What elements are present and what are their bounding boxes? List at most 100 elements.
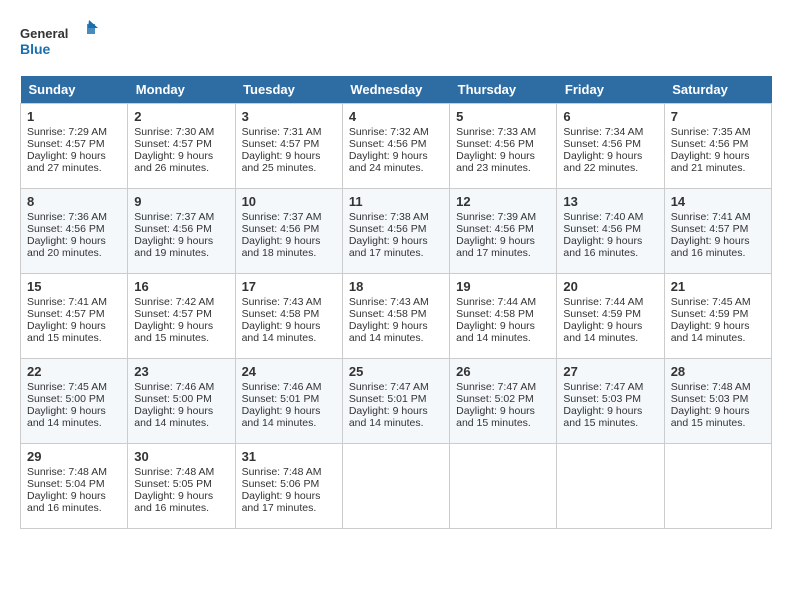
day-info-line: Daylight: 9 hours (456, 150, 550, 162)
calendar-cell: 19Sunrise: 7:44 AMSunset: 4:58 PMDayligh… (450, 274, 557, 359)
day-info-line: Sunset: 4:57 PM (134, 308, 228, 320)
day-info-line: Sunset: 4:57 PM (242, 138, 336, 150)
calendar-week-row: 15 Sunrise: 7:41 AM Sunset: 4:57 PM Dayligh… (21, 274, 772, 359)
day-info-line: and 16 minutes. (563, 247, 657, 259)
day-number: 19 (456, 279, 550, 294)
calendar-cell: 16Sunrise: 7:42 AMSunset: 4:57 PMDayligh… (128, 274, 235, 359)
day-info-line: Daylight: 9 hours (134, 490, 228, 502)
day-info-line: Sunset: 4:56 PM (563, 223, 657, 235)
day-info-line: Sunset: 4:57 PM (27, 138, 121, 150)
col-header-friday: Friday (557, 76, 664, 104)
day-info-line: Daylight: 9 hours (242, 235, 336, 247)
day-number: 29 (27, 449, 121, 464)
day-info-line: Daylight: 9 hours (671, 320, 765, 332)
day-info-line: Daylight: 9 hours (349, 235, 443, 247)
calendar-cell: 23Sunrise: 7:46 AMSunset: 5:00 PMDayligh… (128, 359, 235, 444)
day-info-line: Sunset: 5:01 PM (242, 393, 336, 405)
calendar-cell: 12Sunrise: 7:39 AMSunset: 4:56 PMDayligh… (450, 189, 557, 274)
day-info-line: and 22 minutes. (563, 162, 657, 174)
day-info-line: Daylight: 9 hours (27, 235, 121, 247)
day-info-line: and 14 minutes. (349, 417, 443, 429)
calendar-cell: 2Sunrise: 7:30 AMSunset: 4:57 PMDaylight… (128, 104, 235, 189)
calendar-cell: 10Sunrise: 7:37 AMSunset: 4:56 PMDayligh… (235, 189, 342, 274)
day-number: 5 (456, 109, 550, 124)
day-number: 1 (27, 109, 121, 124)
day-info-line: Sunset: 4:56 PM (242, 223, 336, 235)
day-info-line: Sunrise: 7:44 AM (563, 296, 657, 308)
day-info-line: and 19 minutes. (134, 247, 228, 259)
day-info-line: Sunrise: 7:48 AM (671, 381, 765, 393)
day-info-line: and 14 minutes. (563, 332, 657, 344)
calendar-week-row: 29Sunrise: 7:48 AMSunset: 5:04 PMDayligh… (21, 444, 772, 529)
col-header-monday: Monday (128, 76, 235, 104)
day-info-line: Daylight: 9 hours (563, 405, 657, 417)
calendar-cell (664, 444, 771, 529)
day-number: 11 (349, 194, 443, 209)
calendar-cell: 25Sunrise: 7:47 AMSunset: 5:01 PMDayligh… (342, 359, 449, 444)
day-number: 17 (242, 279, 336, 294)
calendar-cell: 26Sunrise: 7:47 AMSunset: 5:02 PMDayligh… (450, 359, 557, 444)
calendar-cell: 28Sunrise: 7:48 AMSunset: 5:03 PMDayligh… (664, 359, 771, 444)
day-info-line: Sunrise: 7:33 AM (456, 126, 550, 138)
day-info-line: Sunrise: 7:36 AM (27, 211, 121, 223)
calendar-cell: 13Sunrise: 7:40 AMSunset: 4:56 PMDayligh… (557, 189, 664, 274)
calendar-cell: 9Sunrise: 7:37 AMSunset: 4:56 PMDaylight… (128, 189, 235, 274)
day-number: 3 (242, 109, 336, 124)
day-info-line: and 18 minutes. (242, 247, 336, 259)
day-number: 30 (134, 449, 228, 464)
calendar-cell: 6Sunrise: 7:34 AMSunset: 4:56 PMDaylight… (557, 104, 664, 189)
day-number: 8 (27, 194, 121, 209)
day-info-line: Sunset: 4:56 PM (456, 138, 550, 150)
day-number: 15 (27, 279, 121, 294)
day-number: 7 (671, 109, 765, 124)
day-info-line: Daylight: 9 hours (27, 320, 121, 332)
calendar-week-row: 22Sunrise: 7:45 AMSunset: 5:00 PMDayligh… (21, 359, 772, 444)
day-info-line: and 23 minutes. (456, 162, 550, 174)
day-info-line: Daylight: 9 hours (563, 235, 657, 247)
logo: General Blue (20, 20, 100, 60)
svg-text:Blue: Blue (20, 41, 51, 57)
day-info-line: and 17 minutes. (242, 502, 336, 514)
day-info-line: and 14 minutes. (242, 332, 336, 344)
day-number: 13 (563, 194, 657, 209)
day-info-line: Daylight: 9 hours (671, 235, 765, 247)
day-number: 9 (134, 194, 228, 209)
calendar-cell: 24Sunrise: 7:46 AMSunset: 5:01 PMDayligh… (235, 359, 342, 444)
day-info-line: Sunset: 5:03 PM (563, 393, 657, 405)
day-info-line: Sunrise: 7:47 AM (349, 381, 443, 393)
calendar-week-row: 1Sunrise: 7:29 AMSunset: 4:57 PMDaylight… (21, 104, 772, 189)
day-info-line: Sunset: 4:56 PM (27, 223, 121, 235)
day-number: 22 (27, 364, 121, 379)
calendar-cell: 14Sunrise: 7:41 AMSunset: 4:57 PMDayligh… (664, 189, 771, 274)
day-info-line: and 14 minutes. (671, 332, 765, 344)
day-info-line: and 15 minutes. (671, 417, 765, 429)
calendar-cell: 4Sunrise: 7:32 AMSunset: 4:56 PMDaylight… (342, 104, 449, 189)
day-info-line: Sunrise: 7:39 AM (456, 211, 550, 223)
day-info-line: and 15 minutes. (27, 332, 121, 344)
day-number: 24 (242, 364, 336, 379)
day-info-line: Daylight: 9 hours (349, 405, 443, 417)
calendar-cell: 29Sunrise: 7:48 AMSunset: 5:04 PMDayligh… (21, 444, 128, 529)
day-info-line: Sunset: 5:05 PM (134, 478, 228, 490)
day-info-line: Sunrise: 7:41 AM (27, 296, 121, 308)
day-info-line: Daylight: 9 hours (27, 405, 121, 417)
day-info-line: Daylight: 9 hours (349, 320, 443, 332)
day-info-line: Daylight: 9 hours (456, 405, 550, 417)
calendar-cell (557, 444, 664, 529)
day-info-line: Daylight: 9 hours (27, 490, 121, 502)
day-info-line: Daylight: 9 hours (134, 405, 228, 417)
day-info-line: Sunrise: 7:46 AM (134, 381, 228, 393)
day-info-line: Sunset: 5:02 PM (456, 393, 550, 405)
day-info-line: Sunset: 4:56 PM (456, 223, 550, 235)
day-info-line: Sunset: 4:58 PM (456, 308, 550, 320)
day-info-line: Sunset: 4:56 PM (349, 223, 443, 235)
day-info-line: Sunrise: 7:41 AM (671, 211, 765, 223)
logo-svg: General Blue (20, 20, 100, 60)
col-header-sunday: Sunday (21, 76, 128, 104)
day-info-line: Sunrise: 7:45 AM (671, 296, 765, 308)
calendar-cell: 21Sunrise: 7:45 AMSunset: 4:59 PMDayligh… (664, 274, 771, 359)
calendar-cell: 30Sunrise: 7:48 AMSunset: 5:05 PMDayligh… (128, 444, 235, 529)
day-number: 4 (349, 109, 443, 124)
day-info-line: Sunrise: 7:32 AM (349, 126, 443, 138)
calendar-cell: 17Sunrise: 7:43 AMSunset: 4:58 PMDayligh… (235, 274, 342, 359)
